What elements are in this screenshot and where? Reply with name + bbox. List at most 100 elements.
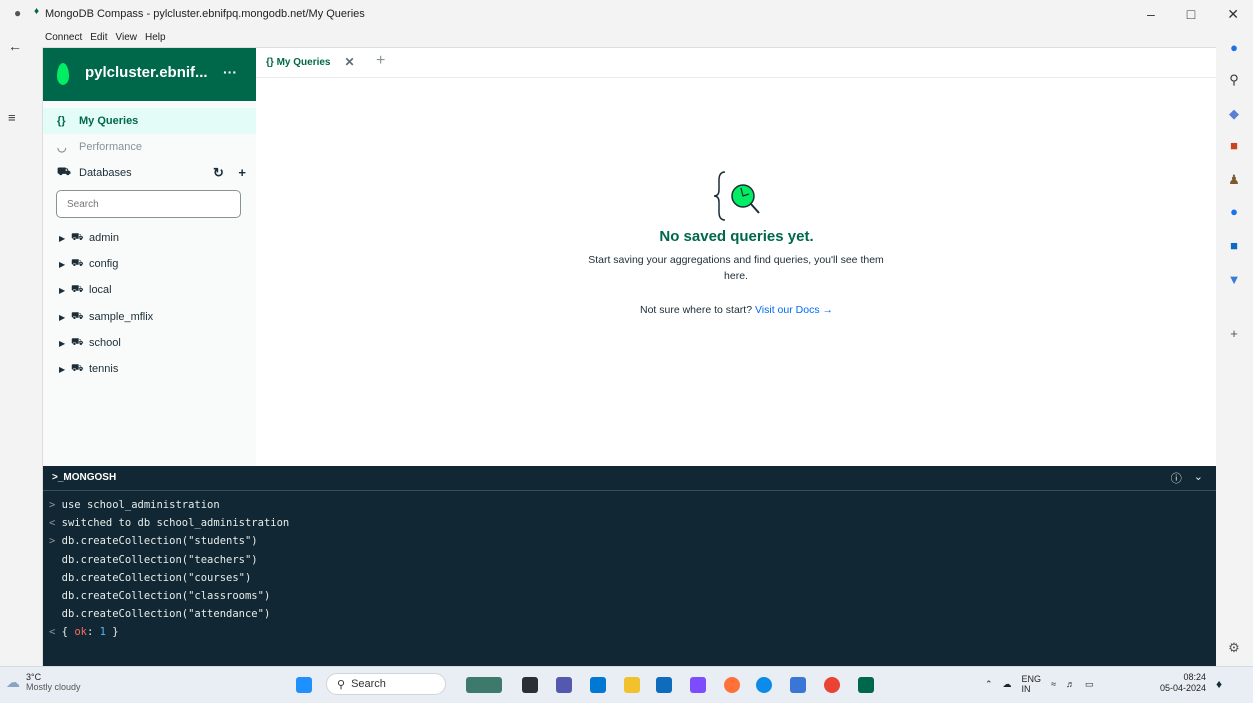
taskbar-search-label: Search xyxy=(351,678,386,690)
database-icon: ⛟ xyxy=(71,257,84,269)
search-icon[interactable]: ⚲ xyxy=(1226,72,1242,88)
wifi-icon[interactable]: ≈ xyxy=(1051,679,1056,689)
volume-icon[interactable]: ♬ xyxy=(1066,679,1075,689)
window-title: MongoDB Compass - pylcluster.ebnifpq.mon… xyxy=(45,8,365,20)
add-icon[interactable]: + xyxy=(1226,326,1242,342)
database-item-config[interactable]: ▶ ⛟ config xyxy=(43,251,118,277)
arrow-icon[interactable]: ▼ xyxy=(1226,272,1242,288)
chevron-up-icon[interactable]: ⌃ xyxy=(985,679,993,690)
discord-icon[interactable] xyxy=(690,677,706,693)
shell-input: db.createCollection("attendance") xyxy=(61,608,271,620)
expand-caret-icon[interactable]: ▶ xyxy=(59,286,71,295)
expand-caret-icon[interactable]: ▶ xyxy=(59,260,71,269)
outlook-icon[interactable]: ■ xyxy=(1226,238,1242,254)
notification-bell-icon[interactable]: ♦ xyxy=(1216,677,1222,691)
empty-state-help: Not sure where to start? Visit our Docs … xyxy=(256,304,1217,316)
expand-caret-icon[interactable]: ▶ xyxy=(59,313,71,322)
mongosh-panel: >_MONGOSH ⓘ ⌄ > use school_administratio… xyxy=(43,466,1217,666)
refresh-icon[interactable]: ↻ xyxy=(213,165,224,180)
database-name: admin xyxy=(89,232,119,244)
notes-icon[interactable] xyxy=(790,677,806,693)
menu-help[interactable]: Help xyxy=(145,32,166,43)
region-code: IN xyxy=(1021,684,1031,694)
briefcase-icon[interactable]: ■ xyxy=(1226,138,1242,154)
language-indicator[interactable]: ENG IN xyxy=(1022,674,1042,694)
settings-gear-icon[interactable]: ⚙ xyxy=(1226,640,1242,656)
shell-prompt-input[interactable] xyxy=(49,646,1209,660)
gauge-icon: ◡ xyxy=(57,141,67,154)
tab-my-queries[interactable]: {} My Queries ✕ xyxy=(266,55,355,69)
sidebar-item-performance[interactable]: ◡ Performance xyxy=(43,134,256,160)
database-search-input[interactable] xyxy=(56,190,241,218)
info-icon[interactable]: ⓘ xyxy=(1171,470,1182,486)
expand-caret-icon[interactable]: ▶ xyxy=(59,339,71,348)
expand-caret-icon[interactable]: ▶ xyxy=(59,365,71,374)
shell-output: switched to db school_administration xyxy=(61,517,290,529)
store-icon[interactable] xyxy=(590,677,606,693)
maximize-button[interactable]: □ xyxy=(1187,6,1195,23)
result-brace: } xyxy=(105,626,119,638)
shell-line: db.createCollection("teachers") xyxy=(49,554,258,566)
database-icon: ⛟ xyxy=(71,336,84,348)
compass-taskbar-icon[interactable] xyxy=(858,677,874,693)
edge-icon[interactable] xyxy=(756,677,772,693)
database-item-school[interactable]: ▶ ⛟ school xyxy=(43,330,121,356)
close-tab-icon[interactable]: ✕ xyxy=(345,55,355,69)
leaf-logo-icon xyxy=(57,63,69,85)
docs-link[interactable]: Visit our Docs → xyxy=(755,304,833,316)
file-explorer-icon[interactable] xyxy=(624,677,640,693)
result-brace: { xyxy=(61,626,75,638)
database-item-local[interactable]: ▶ ⛟ local xyxy=(43,277,112,303)
database-icon: ⛟ xyxy=(71,362,84,374)
braces-icon: {} xyxy=(57,115,66,127)
task-view-icon[interactable] xyxy=(522,677,538,693)
database-item-sample-mflix[interactable]: ▶ ⛟ sample_mflix xyxy=(43,304,153,330)
shell-input: use school_administration xyxy=(61,499,220,511)
firefox-icon[interactable] xyxy=(724,677,740,693)
tab-label: {} My Queries xyxy=(266,57,331,68)
back-arrow-icon[interactable]: ← xyxy=(8,38,22,54)
hamburger-icon[interactable]: ≡ xyxy=(8,110,16,125)
profile-icon[interactable]: ● xyxy=(14,6,21,20)
mail-icon[interactable] xyxy=(656,677,672,693)
database-icon: ⛟ xyxy=(71,231,84,243)
expand-caret-icon[interactable]: ▶ xyxy=(59,234,71,243)
network-cloud-icon[interactable]: ☁ xyxy=(1003,679,1012,690)
add-database-icon[interactable]: + xyxy=(238,165,246,180)
shell-input: db.createCollection("classrooms") xyxy=(61,590,271,602)
window-controls: – □ ✕ xyxy=(1147,6,1239,23)
menu-edit[interactable]: Edit xyxy=(90,32,107,43)
minimize-button[interactable]: – xyxy=(1147,6,1155,23)
tab-title: My Queries xyxy=(276,56,331,68)
collapse-chevron-icon[interactable]: ⌄ xyxy=(1194,470,1203,486)
shell-line: db.createCollection("attendance") xyxy=(49,608,271,620)
close-window-button[interactable]: ✕ xyxy=(1227,6,1239,23)
clock[interactable]: 08:24 05-04-2024 xyxy=(1160,672,1206,694)
battery-icon[interactable]: ▭ xyxy=(1085,679,1094,690)
database-item-admin[interactable]: ▶ ⛟ admin xyxy=(43,225,119,251)
office-icon[interactable]: ● xyxy=(1226,204,1242,220)
menu-connect[interactable]: Connect xyxy=(45,32,82,43)
connection-header[interactable]: pylcluster.ebnif... ··· xyxy=(43,48,256,101)
tab-bar: {} My Queries ✕ + xyxy=(256,48,1217,78)
empty-state: No saved queries yet. Start saving your … xyxy=(256,108,1217,438)
widget-icon[interactable] xyxy=(466,677,502,693)
clock-date: 05-04-2024 xyxy=(1160,683,1207,693)
sidebar-item-my-queries[interactable]: {} My Queries xyxy=(43,108,256,134)
teams-icon[interactable] xyxy=(556,677,572,693)
chrome-icon[interactable] xyxy=(824,677,840,693)
tag-icon[interactable]: ◆ xyxy=(1226,106,1242,122)
compass-window: pylcluster.ebnif... ··· {} My Queries ◡ … xyxy=(42,47,1218,667)
windows-start-icon[interactable] xyxy=(296,677,312,693)
taskbar-search[interactable]: ⚲ Search xyxy=(326,673,446,695)
shell-line: db.createCollection("classrooms") xyxy=(49,590,271,602)
sidebar-item-databases[interactable]: ⛟ Databases ↻ + xyxy=(43,160,256,186)
database-item-tennis[interactable]: ▶ ⛟ tennis xyxy=(43,356,118,382)
chess-icon[interactable]: ♟ xyxy=(1226,172,1242,188)
new-tab-button[interactable]: + xyxy=(376,52,385,70)
menu-view[interactable]: View xyxy=(115,32,137,43)
more-options-icon[interactable]: ··· xyxy=(223,64,237,80)
copilot-icon[interactable]: ● xyxy=(1226,40,1242,56)
weather-widget[interactable]: ☁ 3°C Mostly cloudy xyxy=(6,672,81,692)
database-icon: ⛟ xyxy=(71,310,84,322)
